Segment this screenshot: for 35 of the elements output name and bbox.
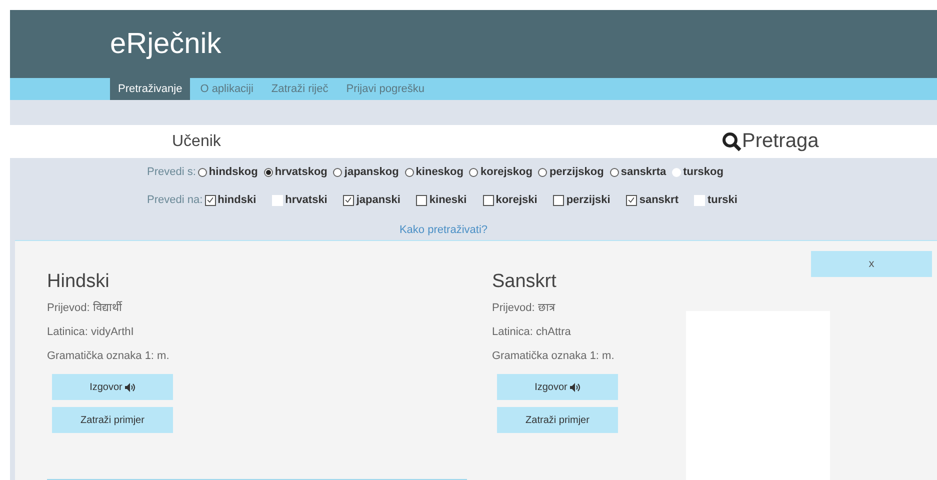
search-icon: [722, 132, 742, 152]
example-button[interactable]: Zatraži primjer: [497, 407, 618, 433]
radio-option[interactable]: sanskrta: [610, 166, 666, 178]
checkbox-option[interactable]: hindski: [204, 194, 256, 206]
checkbox-option[interactable]: kineski: [416, 194, 467, 206]
radio-option[interactable]: korejskog: [469, 166, 532, 178]
translation-text: Prijevod: विद्यार्थी: [47, 300, 122, 314]
latin-text: Latinica: vidyArthI: [47, 326, 134, 338]
radio-option[interactable]: japanskog: [333, 166, 399, 178]
app-title: eRječnik: [110, 28, 222, 60]
language-heading: Sanskrt: [492, 271, 556, 293]
nav-tab[interactable]: Pretraživanje: [110, 78, 190, 100]
close-button[interactable]: x: [811, 251, 932, 277]
checkbox-option[interactable]: korejski: [482, 194, 538, 206]
option-label: Prevedi s:: [147, 166, 196, 178]
grammar-text: Gramatička oznaka 1: m.: [47, 350, 170, 362]
language-heading: Hindski: [47, 271, 110, 293]
option-label: Prevedi na:: [147, 194, 203, 206]
pronounce-button[interactable]: Izgovor: [497, 374, 618, 400]
radio-option[interactable]: perzijskog: [538, 166, 604, 178]
checkbox-option[interactable]: japanski: [343, 194, 400, 206]
pronounce-button[interactable]: Izgovor: [52, 374, 173, 400]
speaker-icon: [570, 382, 580, 392]
search-field[interactable]: Učenik: [10, 125, 722, 158]
example-button[interactable]: Zatraži primjer: [52, 407, 173, 433]
checkbox-option[interactable]: perzijski: [553, 194, 610, 206]
radio-option[interactable]: kineskog: [404, 166, 464, 178]
radio-option[interactable]: hindskog: [198, 166, 258, 178]
grammar-text: Gramatička oznaka 1: m.: [492, 350, 614, 362]
translation-text: Prijevod: छात्र: [492, 301, 555, 314]
radio-option[interactable]: hrvatskog: [264, 166, 328, 178]
checkbox-option[interactable]: sanskrt: [626, 194, 678, 206]
search-button[interactable]: Pretraga: [722, 125, 937, 158]
speaker-icon: [125, 382, 136, 392]
latin-text: Latinica: chAttra: [492, 326, 571, 338]
